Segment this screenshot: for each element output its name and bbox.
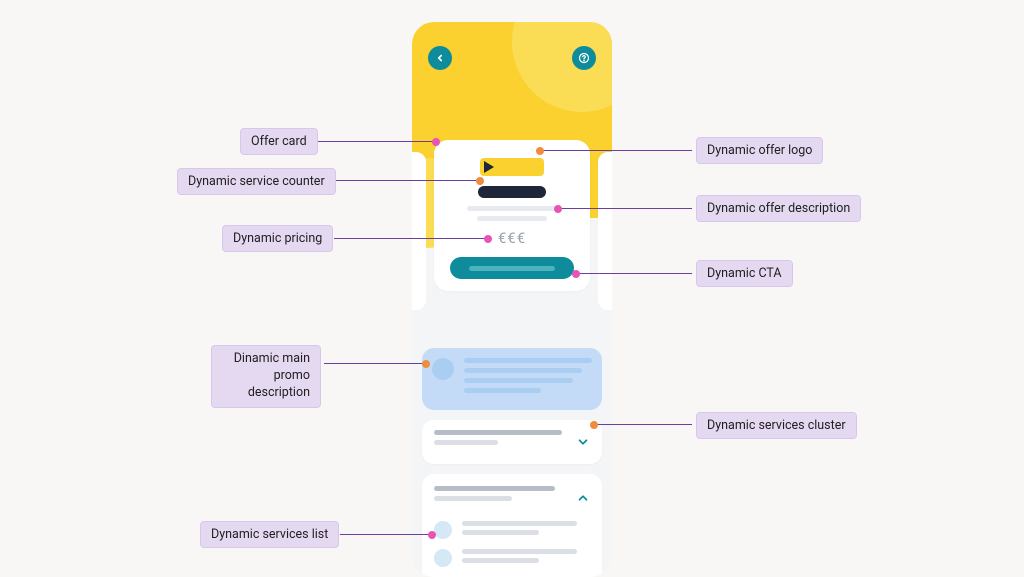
chevron-left-icon <box>435 53 445 63</box>
list-item[interactable] <box>434 521 590 539</box>
promo-icon <box>432 358 454 380</box>
chevron-down-icon <box>576 430 590 453</box>
connector <box>336 180 480 181</box>
list-item[interactable] <box>434 549 590 567</box>
annotation-service-counter: Dynamic service counter <box>177 168 336 195</box>
promo-description <box>464 358 592 400</box>
promo-card <box>422 348 602 410</box>
phone-frame: €€€ <box>412 22 612 577</box>
offer-card: €€€ <box>434 140 590 291</box>
help-button[interactable] <box>572 46 596 70</box>
service-counter-pill <box>478 186 546 198</box>
service-icon <box>434 549 452 567</box>
offer-card-peek-right <box>598 152 612 310</box>
services-list-card <box>422 474 602 577</box>
annotation-offer-logo: Dynamic offer logo <box>696 137 823 164</box>
annotation-main-promo: Dinamic main promo description <box>211 345 321 408</box>
offer-card-peek-left <box>412 152 426 310</box>
annotation-pricing: Dynamic pricing <box>222 225 333 252</box>
connector <box>316 141 436 142</box>
connector <box>340 534 432 535</box>
connector <box>540 150 692 151</box>
annotation-cta: Dynamic CTA <box>696 260 793 287</box>
service-icon <box>434 521 452 539</box>
question-icon <box>578 52 590 64</box>
connector <box>558 208 692 209</box>
annotation-offer-description: Dynamic offer description <box>696 195 861 222</box>
connector <box>576 273 692 274</box>
annotation-offer-card: Offer card <box>240 128 318 155</box>
annotation-services-list: Dynamic services list <box>200 521 339 548</box>
services-cluster-card[interactable] <box>422 420 602 464</box>
back-button[interactable] <box>428 46 452 70</box>
annotation-services-cluster: Dynamic services cluster <box>696 412 857 439</box>
cta-button[interactable] <box>450 257 574 279</box>
connector <box>334 238 488 239</box>
chevron-up-icon[interactable] <box>576 486 590 509</box>
connector <box>594 424 692 425</box>
connector <box>324 363 426 364</box>
offer-logo <box>480 158 544 176</box>
